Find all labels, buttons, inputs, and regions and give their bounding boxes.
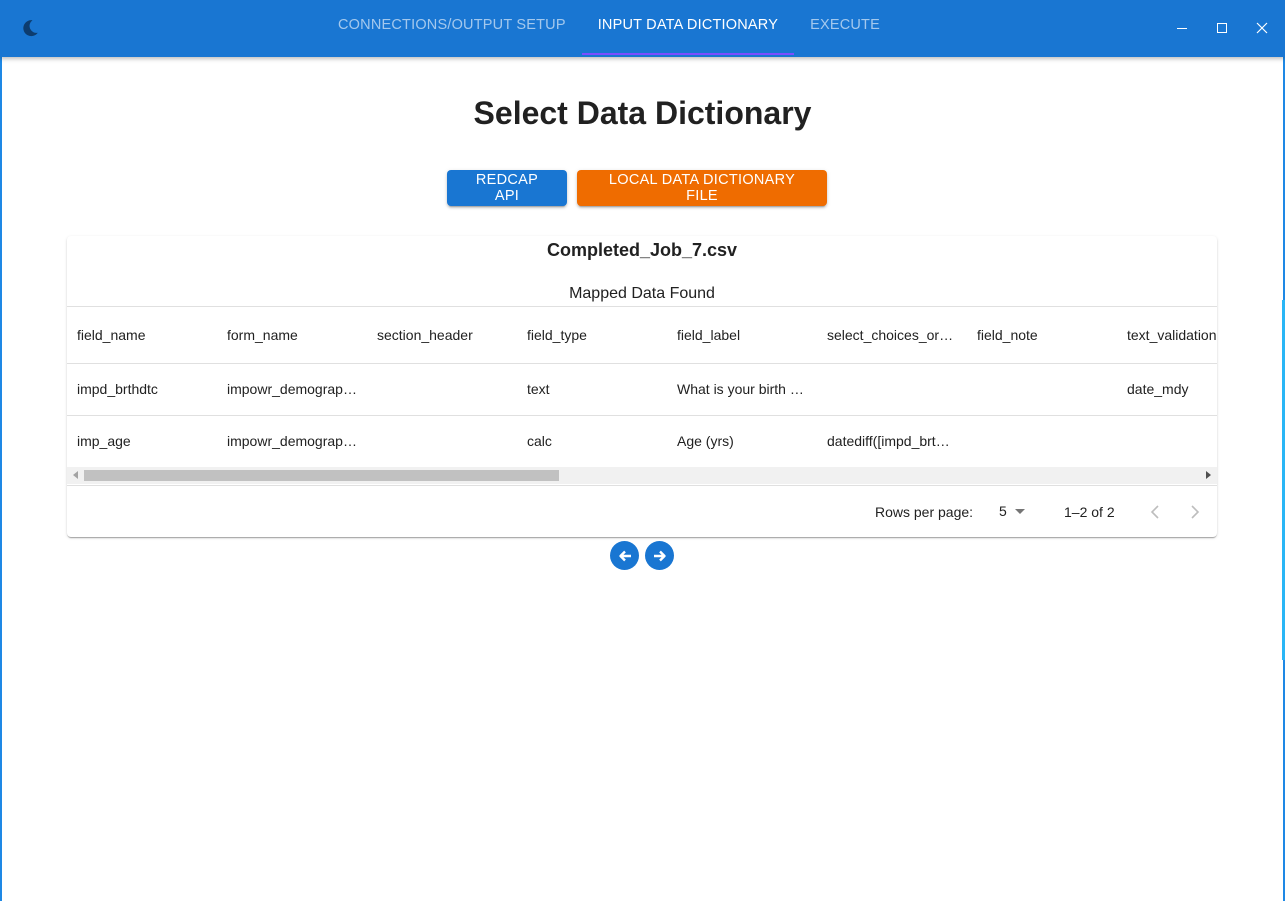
- scroll-left-arrow-icon[interactable]: [73, 471, 78, 479]
- local-data-dictionary-file-button[interactable]: LOCAL DATA DICTIONARY FILE: [577, 170, 827, 206]
- main-tabs: CONNECTIONS/OUTPUT SETUP INPUT DATA DICT…: [322, 0, 896, 57]
- table-cell: impowr_demographics: [217, 415, 367, 468]
- back-step-button[interactable]: [610, 541, 639, 570]
- pagination-range: 1–2 of 2: [1064, 504, 1115, 520]
- theme-toggle-button[interactable]: [18, 16, 42, 40]
- column-header[interactable]: field_note: [967, 307, 1117, 364]
- table-cell: impowr_demographics: [217, 363, 367, 416]
- column-header[interactable]: field_label: [667, 307, 817, 364]
- table-header-row: field_name form_name section_header fiel…: [67, 307, 1217, 364]
- table-cell: Age (yrs): [667, 415, 817, 468]
- table-row[interactable]: impd_brthdtc impowr_demographics text Wh…: [67, 363, 1217, 416]
- close-button[interactable]: [1250, 14, 1274, 42]
- horizontal-scrollbar[interactable]: [67, 467, 1217, 484]
- table-cell: text: [517, 363, 667, 416]
- redcap-api-button[interactable]: REDCAP API: [447, 170, 567, 206]
- minimize-icon: [1177, 28, 1187, 29]
- table-cell: impd_brthdtc: [67, 363, 217, 416]
- table-cell: imp_age: [67, 415, 217, 468]
- data-table-container: field_name form_name section_header fiel…: [67, 306, 1217, 485]
- table-cell: datediff([impd_brthdtc]: [817, 415, 967, 468]
- tab-execute[interactable]: EXECUTE: [794, 0, 896, 57]
- app-bar: CONNECTIONS/OUTPUT SETUP INPUT DATA DICT…: [0, 0, 1285, 57]
- page-title: Select Data Dictionary: [473, 95, 812, 131]
- next-step-button[interactable]: [645, 541, 674, 570]
- table-cell: [967, 415, 1117, 468]
- data-dictionary-card: Completed_Job_7.csv Mapped Data Found fi…: [67, 236, 1217, 537]
- table-cell: [367, 363, 517, 416]
- rows-per-page-select[interactable]: 5: [999, 503, 1025, 519]
- caret-down-icon: [1014, 508, 1025, 514]
- tab-label: INPUT DATA DICTIONARY: [597, 17, 779, 33]
- table-cell: [967, 363, 1117, 416]
- table-cell: [367, 415, 517, 468]
- maximize-icon: [1217, 23, 1227, 33]
- source-button-group: REDCAP API LOCAL DATA DICTIONARY FILE: [447, 170, 827, 206]
- next-page-button[interactable]: [1181, 498, 1209, 526]
- previous-page-button[interactable]: [1141, 498, 1169, 526]
- moon-icon: [23, 20, 38, 37]
- chevron-left-icon: [1150, 505, 1159, 519]
- rows-per-page-value: 5: [999, 503, 1007, 519]
- column-header[interactable]: select_choices_or_calculations: [817, 307, 967, 364]
- table-cell: [817, 363, 967, 416]
- column-header[interactable]: text_validation: [1117, 307, 1217, 364]
- arrow-right-icon: [653, 550, 666, 561]
- column-header[interactable]: field_type: [517, 307, 667, 364]
- table-cell: What is your birth date?: [667, 363, 817, 416]
- tab-input-data-dictionary[interactable]: INPUT DATA DICTIONARY: [581, 0, 795, 57]
- scroll-right-arrow-icon[interactable]: [1206, 471, 1211, 479]
- arrow-left-icon: [618, 550, 631, 561]
- table-cell: [1117, 415, 1217, 468]
- column-header[interactable]: form_name: [217, 307, 367, 364]
- data-table: field_name form_name section_header fiel…: [67, 307, 1217, 468]
- tab-label: CONNECTIONS/OUTPUT SETUP: [338, 17, 566, 33]
- mapped-data-status: Mapped Data Found: [569, 285, 715, 302]
- tab-connections-output-setup[interactable]: CONNECTIONS/OUTPUT SETUP: [322, 0, 582, 57]
- maximize-button[interactable]: [1210, 14, 1234, 42]
- table-pagination: Rows per page: 5 1–2 of 2: [67, 485, 1217, 537]
- file-name: Completed_Job_7.csv: [546, 240, 738, 260]
- scrollbar-thumb[interactable]: [84, 470, 559, 481]
- table-cell: date_mdy: [1117, 363, 1217, 416]
- rows-per-page-label: Rows per page:: [875, 504, 974, 520]
- tab-label: EXECUTE: [810, 17, 880, 33]
- column-header[interactable]: field_name: [67, 307, 217, 364]
- column-header[interactable]: section_header: [367, 307, 517, 364]
- close-icon: [1256, 22, 1268, 34]
- chevron-right-icon: [1191, 505, 1200, 519]
- minimize-button[interactable]: [1170, 14, 1194, 42]
- table-row[interactable]: imp_age impowr_demographics calc Age (yr…: [67, 415, 1217, 468]
- table-cell: calc: [517, 415, 667, 468]
